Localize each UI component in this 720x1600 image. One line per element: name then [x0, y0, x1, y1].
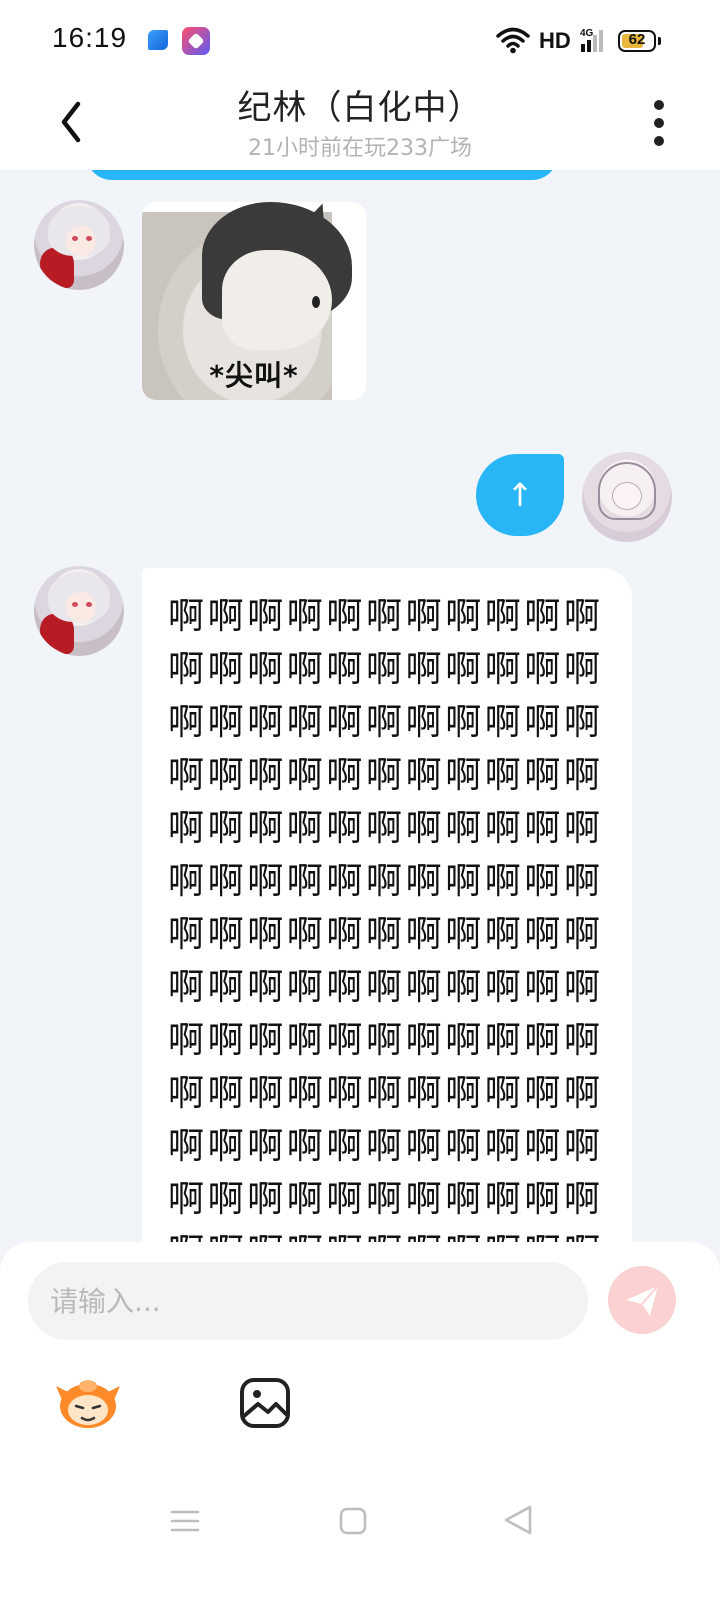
- system-nav-bar: [0, 1480, 720, 1600]
- send-icon: [626, 1285, 659, 1316]
- app-notification-icon: [148, 30, 168, 50]
- more-vertical-icon[interactable]: [644, 98, 674, 148]
- avatar[interactable]: [34, 566, 124, 656]
- status-bar: 16:19 HD 4G 62: [0, 0, 720, 80]
- home-icon[interactable]: [338, 1506, 368, 1536]
- status-time: 16:19: [52, 22, 128, 53]
- menu-icon[interactable]: [170, 1506, 200, 1536]
- message-input[interactable]: [28, 1262, 588, 1340]
- battery-level: 62: [628, 31, 646, 48]
- network-hd-label: HD: [539, 28, 571, 53]
- received-message-bubble[interactable]: 啊啊啊啊啊啊啊啊啊啊啊啊啊啊啊啊啊啊啊啊啊啊啊啊啊啊啊啊啊啊啊啊啊啊啊啊啊啊啊啊…: [142, 568, 632, 1288]
- back-triangle-icon[interactable]: [502, 1504, 534, 1536]
- sticker-caption: *尖叫*: [209, 359, 299, 392]
- message-text: 啊啊啊啊啊啊啊啊啊啊啊啊啊啊啊啊啊啊啊啊啊啊啊啊啊啊啊啊啊啊啊啊啊啊啊啊啊啊啊啊…: [168, 596, 604, 1288]
- avatar[interactable]: [34, 200, 124, 290]
- emoji-mascot-icon[interactable]: [56, 1376, 120, 1432]
- chat-subtitle: 21小时前在玩233广场: [248, 136, 472, 161]
- send-button[interactable]: [608, 1266, 676, 1334]
- chat-title: 纪林（白化中）: [237, 88, 483, 128]
- sticker-message[interactable]: *尖叫*: [142, 202, 366, 400]
- battery-icon: 62: [618, 30, 661, 52]
- app-notification-icon-2: [182, 27, 210, 55]
- wifi-icon: [496, 27, 530, 54]
- chat-header: 纪林（白化中） 21小时前在玩233广场: [0, 80, 720, 170]
- image-icon[interactable]: [238, 1376, 292, 1430]
- sent-message-bubble[interactable]: ↑: [476, 454, 564, 536]
- avatar[interactable]: [582, 452, 672, 542]
- signal-icon: 4G: [580, 28, 603, 52]
- signal-label: 4G: [580, 28, 594, 39]
